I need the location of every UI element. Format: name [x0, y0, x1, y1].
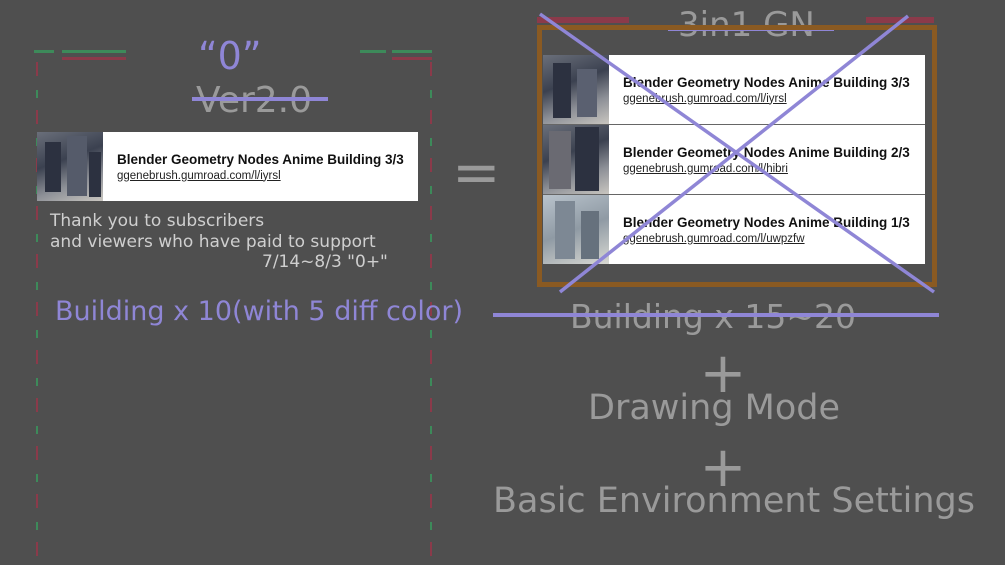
building-strikethrough — [493, 313, 939, 317]
environment-label: Basic Environment Settings — [493, 481, 975, 521]
drawing-mode-label: Drawing Mode — [588, 388, 841, 428]
